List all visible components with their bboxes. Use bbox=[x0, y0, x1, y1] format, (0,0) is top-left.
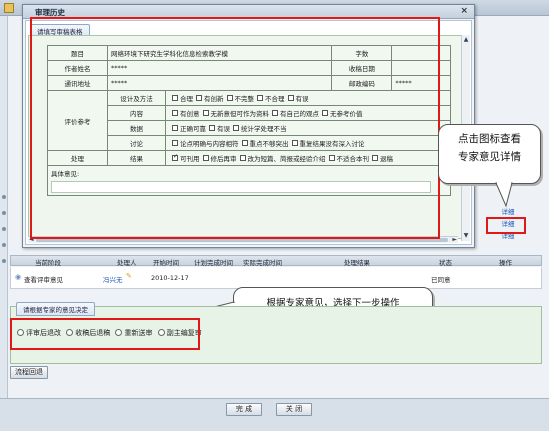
start-time-cell: 2010-12-17 bbox=[151, 274, 189, 282]
detail-link-highlight bbox=[486, 217, 526, 234]
app-icon bbox=[4, 3, 14, 13]
bullet-icon: ◉ bbox=[15, 273, 22, 281]
callout-line: 专家意见详情 bbox=[458, 151, 521, 163]
scroll-up-icon[interactable]: ▲ bbox=[462, 36, 470, 44]
flow-back-button[interactable]: 流程回退 bbox=[10, 366, 48, 379]
stage-cell: 查看评审意见 bbox=[24, 276, 63, 284]
left-panel bbox=[0, 16, 8, 416]
col-header: 处理人 bbox=[117, 259, 137, 267]
bottom-bar bbox=[0, 398, 549, 431]
status-cell: 已同意 bbox=[431, 276, 451, 284]
col-header: 操作 bbox=[499, 259, 512, 267]
col-header: 当前阶段 bbox=[35, 259, 61, 267]
scroll-down-icon[interactable]: ▼ bbox=[462, 232, 470, 240]
tab-decision[interactable]: 请根据专家的意见决定 bbox=[16, 302, 95, 316]
bullet-icon bbox=[2, 227, 6, 231]
col-header: 实际完成时间 bbox=[243, 259, 282, 267]
form-highlight-box bbox=[30, 17, 440, 239]
bullet-icon bbox=[2, 243, 6, 247]
done-button[interactable]: 完 成 bbox=[226, 403, 262, 416]
col-header: 计划完成时间 bbox=[194, 259, 233, 267]
callout-line: 点击图标查看 bbox=[458, 133, 521, 145]
close-icon[interactable]: × bbox=[460, 6, 468, 16]
col-header: 状态 bbox=[439, 259, 452, 267]
close-button[interactable]: 关 闭 bbox=[276, 403, 312, 416]
col-header: 开始时间 bbox=[153, 259, 179, 267]
bullet-icon bbox=[2, 211, 6, 215]
handler-link[interactable]: 冯兴无 bbox=[103, 274, 123, 284]
process-table-header: 当前阶段 处理人 开始时间 计划完成时间 实际完成时间 处理结果 状态 操作 bbox=[10, 255, 542, 267]
bullet-icon bbox=[2, 195, 6, 199]
callout-view-detail: 点击图标查看 专家意见详情 bbox=[438, 124, 541, 184]
bullet-icon bbox=[2, 259, 6, 263]
process-row: ◉ 查看评审意见 冯兴无 ✎ 2010-12-17 已同意 bbox=[10, 267, 542, 289]
callout-tail bbox=[495, 182, 513, 208]
scroll-right-icon[interactable]: ► bbox=[452, 236, 457, 243]
col-header: 处理结果 bbox=[344, 259, 370, 267]
folder-icon[interactable]: ✎ bbox=[126, 272, 132, 280]
decision-highlight-box bbox=[10, 318, 200, 350]
